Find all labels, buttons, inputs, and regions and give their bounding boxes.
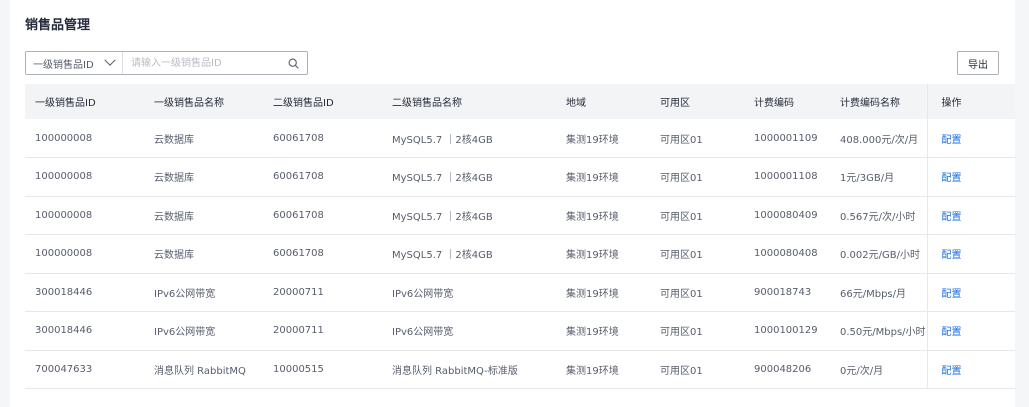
- filter-field-select[interactable]: 一级销售品ID: [26, 52, 123, 74]
- col-secondary-name-cell: IPv6公网带宽: [392, 288, 454, 300]
- col-primary-id-cell: 300018446: [35, 325, 93, 337]
- col-secondary-name-cell: MySQL5.7 ｜2核4GB: [392, 134, 493, 146]
- search-input[interactable]: [123, 52, 285, 74]
- col-billing-code-cell: 1000001108: [754, 171, 818, 183]
- col-primary-name-cell: 消息队列 RabbitMQ: [154, 365, 246, 377]
- col-secondary-id-header: 二级销售品ID: [273, 98, 334, 109]
- export-button[interactable]: 导出: [957, 51, 999, 75]
- col-primary-name-cell: 云数据库: [154, 211, 194, 223]
- table-row: 100000008 云数据库 60061708 MySQL5.7 ｜2核4GB 集测19…: [25, 234, 1015, 273]
- col-region-cell: 集测19环境: [566, 288, 619, 300]
- col-billing-name-header: 计费编码名称: [840, 98, 900, 109]
- configure-link[interactable]: 配置: [942, 212, 962, 223]
- col-billing-name-cell: 66元/Mbps/月: [840, 288, 906, 300]
- col-region-cell: 集测19环境: [566, 365, 619, 377]
- configure-link[interactable]: 配置: [942, 173, 962, 184]
- col-billing-code-cell: 900018743: [754, 286, 812, 298]
- col-region-cell: 集测19环境: [566, 134, 619, 146]
- page-title: 销售品管理: [25, 18, 91, 33]
- table-row: 100000008 云数据库 60061708 MySQL5.7 ｜2核4GB 集测19…: [25, 196, 1015, 235]
- col-billing-code-header: 计费编码: [754, 98, 794, 109]
- col-zone-cell: 可用区01: [660, 134, 703, 146]
- col-secondary-id-cell: 60061708: [273, 171, 324, 183]
- col-primary-id-cell: 300018446: [35, 286, 93, 298]
- col-zone-cell: 可用区01: [660, 365, 703, 377]
- col-region-cell: 集测19环境: [566, 250, 619, 262]
- col-billing-name-cell: 1元/3GB/月: [840, 173, 895, 185]
- col-region-cell: 集测19环境: [566, 173, 619, 185]
- col-secondary-id-cell: 60061708: [273, 132, 324, 144]
- col-primary-name-cell: IPv6公网带宽: [154, 288, 216, 300]
- col-secondary-name-cell: 消息队列 RabbitMQ-标准版: [392, 365, 518, 377]
- configure-link[interactable]: 配置: [942, 135, 962, 146]
- col-zone-cell: 可用区01: [660, 327, 703, 339]
- col-actions-cell: 配置: [926, 311, 1015, 350]
- col-primary-id-cell: 100000008: [35, 132, 93, 144]
- col-zone-cell: 可用区01: [660, 173, 703, 185]
- col-primary-name-cell: 云数据库: [154, 134, 194, 146]
- products-table: 一级销售品ID 一级销售品名称 二级销售品ID 二级销售品名称 地域 可用区 计费编码 计费编…: [25, 84, 1015, 389]
- col-billing-name-cell: 408.000元/次/月: [840, 134, 919, 146]
- table-body: 100000008 云数据库 60061708 MySQL5.7 ｜2核4GB 集测19…: [25, 119, 1015, 389]
- col-secondary-name-cell: IPv6公网带宽: [392, 327, 454, 339]
- col-zone-cell: 可用区01: [660, 250, 703, 262]
- col-billing-name-cell: 0元/次/月: [840, 365, 884, 377]
- col-primary-id-cell: 100000008: [35, 209, 93, 221]
- col-actions-cell: 配置: [926, 119, 1015, 158]
- col-secondary-name-cell: MySQL5.7 ｜2核4GB: [392, 173, 493, 185]
- col-primary-id-cell: 100000008: [35, 171, 93, 183]
- col-billing-code-cell: 900048206: [754, 363, 812, 375]
- col-secondary-id-cell: 60061708: [273, 248, 324, 260]
- col-billing-name-cell: 0.50元/Mbps/小时: [840, 327, 926, 339]
- table-row: 100000008 云数据库 60061708 MySQL5.7 ｜2核4GB 集测19…: [25, 157, 1015, 196]
- col-actions-cell: 配置: [926, 273, 1015, 312]
- col-primary-name-header: 一级销售品名称: [154, 98, 224, 109]
- col-secondary-id-cell: 20000711: [273, 286, 324, 298]
- filter-bar: 一级销售品ID: [25, 51, 308, 75]
- table-row: 300018446 IPv6公网带宽 20000711 IPv6公网带宽 集测19环境 可…: [25, 311, 1015, 350]
- search-icon[interactable]: [285, 55, 301, 71]
- col-billing-code-cell: 1000100129: [754, 325, 818, 337]
- table-row: 700047633 消息队列 RabbitMQ 10000515 消息队列 Rabbi…: [25, 350, 1015, 389]
- configure-link[interactable]: 配置: [942, 289, 962, 300]
- col-secondary-id-cell: 60061708: [273, 209, 324, 221]
- col-actions-cell: 配置: [926, 157, 1015, 196]
- col-secondary-id-cell: 10000515: [273, 363, 324, 375]
- col-region-header: 地域: [566, 98, 586, 109]
- col-zone-cell: 可用区01: [660, 288, 703, 300]
- col-secondary-name-header: 二级销售品名称: [392, 98, 462, 109]
- col-actions-header: 操作: [926, 84, 1015, 119]
- col-secondary-name-cell: MySQL5.7 ｜2核4GB: [392, 250, 493, 262]
- col-primary-id-cell: 700047633: [35, 363, 93, 375]
- filter-field-select-value: 一级销售品ID: [33, 59, 94, 71]
- col-billing-code-cell: 1000080409: [754, 209, 818, 221]
- configure-link[interactable]: 配置: [942, 366, 962, 377]
- col-actions-cell: 配置: [926, 234, 1015, 273]
- table-header-row: 一级销售品ID 一级销售品名称 二级销售品ID 二级销售品名称 地域 可用区 计费编码 计费编…: [25, 84, 1015, 119]
- col-billing-code-cell: 1000001109: [754, 132, 818, 144]
- col-primary-id-cell: 100000008: [35, 248, 93, 260]
- col-billing-code-cell: 1000080408: [754, 248, 818, 260]
- col-region-cell: 集测19环境: [566, 327, 619, 339]
- col-billing-name-cell: 0.002元/GB/小时: [840, 250, 920, 262]
- col-billing-name-cell: 0.567元/次/小时: [840, 211, 916, 223]
- col-actions-cell: 配置: [926, 196, 1015, 235]
- col-primary-name-cell: IPv6公网带宽: [154, 327, 216, 339]
- content-card: 销售品管理 一级销售品ID 导出 一级销售品ID 一级销售品名称 二级销售品ID 二级…: [10, 0, 1015, 407]
- col-secondary-name-cell: MySQL5.7 ｜2核4GB: [392, 211, 493, 223]
- col-zone-header: 可用区: [660, 98, 690, 109]
- col-primary-name-cell: 云数据库: [154, 173, 194, 185]
- table-row: 300018446 IPv6公网带宽 20000711 IPv6公网带宽 集测19环境 可…: [25, 273, 1015, 312]
- col-primary-name-cell: 云数据库: [154, 250, 194, 262]
- chevron-down-icon: [104, 54, 116, 66]
- col-region-cell: 集测19环境: [566, 211, 619, 223]
- table-row: 100000008 云数据库 60061708 MySQL5.7 ｜2核4GB 集测19…: [25, 119, 1015, 158]
- col-zone-cell: 可用区01: [660, 211, 703, 223]
- configure-link[interactable]: 配置: [942, 327, 962, 338]
- col-actions-cell: 配置: [926, 350, 1015, 389]
- col-primary-id-header: 一级销售品ID: [35, 98, 96, 109]
- configure-link[interactable]: 配置: [942, 250, 962, 261]
- col-secondary-id-cell: 20000711: [273, 325, 324, 337]
